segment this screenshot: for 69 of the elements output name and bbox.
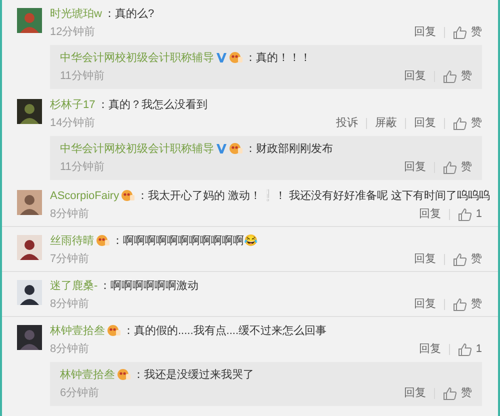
comment-text: ：真的么? [104, 8, 154, 20]
member-icon [107, 324, 121, 336]
thumbs-up-icon [453, 298, 467, 310]
action-link[interactable]: 回复 [396, 384, 434, 402]
user-name[interactable]: 迷了鹿桑- [50, 280, 98, 292]
user-name[interactable]: 林钟壹拾叁 [60, 369, 115, 381]
avatar [17, 325, 42, 350]
action-link[interactable]: 回复 [410, 205, 449, 223]
action-link[interactable]: 屏蔽 [367, 114, 405, 132]
thumbs-up-icon [443, 70, 457, 82]
action-link[interactable]: 回复 [406, 295, 444, 313]
avatar [17, 235, 42, 260]
thumbs-up-icon [443, 386, 457, 400]
verified-icon [216, 52, 227, 63]
comment-text: ：财政部刚刚发布 [245, 143, 333, 155]
thumbs-up-icon [458, 342, 472, 356]
thumbs-up-icon [453, 116, 467, 130]
member-icon [117, 368, 131, 380]
like-button[interactable]: 赞 [435, 384, 472, 402]
comment-text: ：真的！！！ [245, 52, 311, 64]
user-name[interactable]: 时光琥珀w [50, 8, 102, 20]
action-link[interactable]: 回复 [410, 340, 449, 358]
comment-time: 7分钟前 [50, 252, 90, 266]
comment-text: ：啊啊啊啊啊啊啊啊啊啊啊😂 [112, 235, 258, 247]
thumbs-up-icon [443, 160, 457, 174]
like-button[interactable]: 赞 [435, 67, 472, 85]
comment-time: 8分钟前 [50, 342, 90, 356]
action-link[interactable]: 回复 [406, 114, 444, 132]
user-name[interactable]: 杉林子17 [50, 99, 96, 111]
avatar [17, 190, 42, 215]
comment-time: 11分钟前 [60, 160, 104, 174]
like-button[interactable]: 1 [450, 340, 482, 358]
thumbs-up-icon [453, 252, 467, 266]
action-link[interactable]: 回复 [406, 250, 444, 268]
comment-time: 6分钟前 [60, 386, 100, 400]
verified-icon [216, 143, 227, 154]
comment-time: 11分钟前 [60, 68, 104, 84]
like-button[interactable]: 1 [450, 205, 482, 223]
comment-time: 12分钟前 [50, 24, 96, 40]
comment-time: 8分钟前 [50, 206, 90, 222]
member-icon [121, 189, 136, 201]
like-button[interactable]: 赞 [445, 250, 482, 268]
thumbs-up-icon [453, 26, 467, 38]
thumbs-up-icon [458, 208, 472, 220]
comment-text: ：我还是没缓过来我哭了 [133, 369, 254, 381]
comment-text: ：真的？我怎么没看到 [97, 99, 208, 111]
action-link[interactable]: 回复 [396, 158, 434, 176]
action-link[interactable]: 投诉 [328, 114, 366, 132]
member-icon [229, 51, 243, 63]
action-link[interactable]: 回复 [396, 67, 434, 85]
comment-text: ：真的假的.....我有点....缓不过来怎么回事 [123, 325, 327, 337]
avatar [17, 280, 42, 305]
user-name[interactable]: 丝雨待晴 [50, 235, 94, 247]
user-name[interactable]: 中华会计网校初级会计职称辅导 [60, 143, 214, 155]
user-name[interactable]: 林钟壹拾叁 [50, 325, 105, 337]
member-icon [229, 142, 243, 154]
action-link[interactable]: 回复 [406, 23, 444, 41]
avatar [17, 99, 42, 124]
user-name[interactable]: 中华会计网校初级会计职称辅导 [60, 52, 214, 64]
comment-time: 8分钟前 [50, 296, 90, 312]
comment-time: 14分钟前 [50, 116, 96, 130]
user-name[interactable]: AScorpioFairy [50, 190, 120, 202]
like-button[interactable]: 赞 [445, 114, 482, 132]
comment-text: ：啊啊啊啊啊啊激动 [100, 280, 199, 292]
like-button[interactable]: 赞 [445, 23, 482, 41]
like-button[interactable]: 赞 [445, 295, 482, 313]
member-icon [96, 234, 110, 246]
avatar [17, 8, 42, 33]
like-button[interactable]: 赞 [435, 158, 472, 176]
